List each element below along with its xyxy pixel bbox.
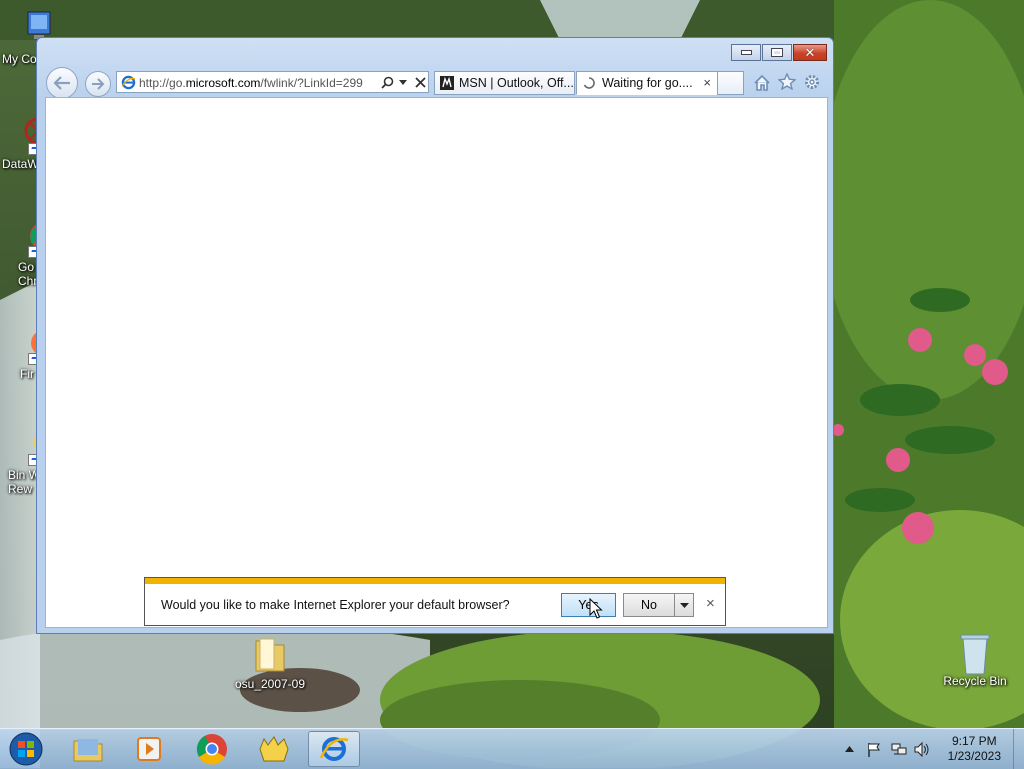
maximize-button[interactable] [762,44,792,61]
folder-icon [250,635,290,675]
start-button[interactable] [0,731,52,767]
new-tab-button[interactable] [717,71,744,95]
system-clock[interactable]: 9:17 PM 1/23/2023 [948,734,1001,764]
close-notification-button[interactable]: × [706,595,715,612]
action-center-flag-icon[interactable] [866,741,882,757]
start-orb-icon [9,732,43,766]
taskbar-bin-weevils[interactable] [248,731,300,767]
recycle-bin-icon [955,632,995,675]
no-button-label: No [641,598,657,612]
loading-icon [583,77,595,89]
home-icon[interactable] [753,74,771,91]
internet-explorer-window: ✕ http://go.microsoft.com/fwlink/?LinkId… [36,37,834,634]
clock-time: 9:17 PM [951,734,997,748]
taskbar: 9:17 PM 1/23/2023 [0,728,1024,769]
notification-message: Would you like to make Internet Explorer… [161,598,510,612]
desktop-icon-label: Recycle Bin [943,674,1007,688]
taskbar-media-player[interactable] [123,731,175,767]
tab-msn[interactable]: MSN | Outlook, Off... [434,71,575,95]
tab-label: Waiting for go.... [602,76,693,90]
forward-arrow-icon [92,78,105,90]
desktop-icon-recycle-bin[interactable]: Recycle Bin [937,632,1013,688]
dropdown-arrow-icon[interactable] [399,80,407,86]
default-browser-notification-bar: Would you like to make Internet Explorer… [144,577,726,626]
ie-page-icon [121,75,136,90]
no-button[interactable]: No [623,593,675,617]
close-window-button[interactable]: ✕ [793,44,827,61]
window-caption-buttons: ✕ [731,44,827,61]
search-icon[interactable] [381,76,394,89]
show-desktop-button[interactable] [1013,729,1024,769]
file-explorer-icon [73,739,103,762]
tab-label: MSN | Outlook, Off... [459,76,574,90]
chrome-icon [196,734,227,765]
back-arrow-icon [53,76,70,90]
taskbar-internet-explorer[interactable] [308,731,360,767]
minimize-button[interactable] [731,44,761,61]
close-icon: ✕ [804,45,816,60]
clock-date: 1/23/2023 [947,749,1001,763]
page-content-area[interactable] [45,97,828,628]
address-bar[interactable]: http://go.microsoft.com/fwlink/?LinkId=2… [116,71,429,93]
maximize-icon [771,48,783,57]
stop-icon[interactable] [415,77,426,88]
show-hidden-icons-icon[interactable] [845,746,854,752]
network-icon[interactable] [891,741,907,757]
taskbar-file-explorer[interactable] [62,731,114,767]
media-player-icon [137,737,161,761]
favorites-star-icon[interactable] [778,73,796,90]
volume-icon[interactable] [914,741,930,757]
close-tab-button[interactable]: × [703,75,711,90]
minimize-icon [740,50,752,55]
bin-weevils-icon [259,736,289,762]
taskbar-chrome[interactable] [186,731,238,767]
forward-button[interactable] [85,71,111,97]
back-button[interactable] [46,67,78,99]
tab-waiting[interactable]: Waiting for go.... × [576,71,718,95]
address-url: http://go.microsoft.com/fwlink/?LinkId=2… [139,76,363,90]
internet-explorer-icon [319,737,349,761]
chevron-down-icon [679,603,689,608]
settings-gear-icon[interactable] [803,73,821,91]
no-options-dropdown-button[interactable] [674,593,694,617]
desktop-icon-osu-folder[interactable]: osu_2007-09 [232,635,308,691]
desktop-icon-label: osu_2007-09 [234,677,306,691]
notification-stripe [145,578,725,584]
msn-icon [440,76,454,90]
mouse-cursor-icon [589,598,603,619]
